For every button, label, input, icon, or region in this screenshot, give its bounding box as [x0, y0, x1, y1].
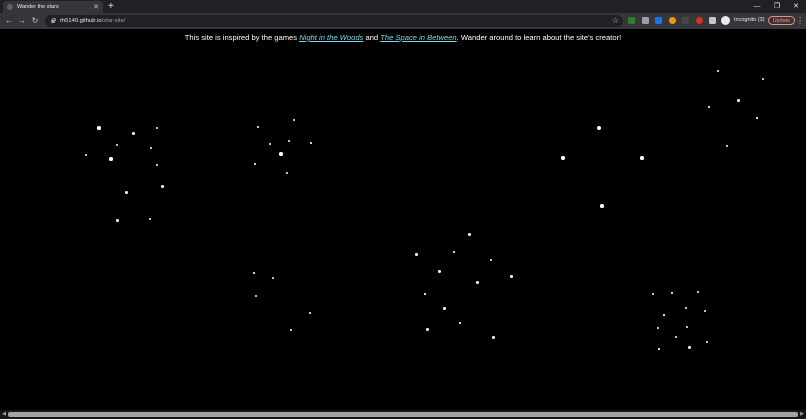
active-tab[interactable]: Wander the stars ✕ [3, 1, 103, 13]
star-dot [600, 204, 604, 208]
star-dot [651, 292, 655, 296]
star-dot [491, 335, 495, 339]
star-dot [685, 307, 687, 309]
scroll-left-arrow-icon[interactable]: ◀ [0, 410, 8, 419]
globe-icon [7, 4, 13, 10]
star-dot [257, 126, 259, 128]
star-dot [658, 348, 660, 350]
star-dot [124, 190, 128, 194]
star-dot [674, 335, 678, 339]
star-dot [424, 293, 426, 295]
star-dot [663, 314, 665, 316]
scroll-right-arrow-icon[interactable]: ▶ [798, 410, 806, 419]
star-dot [149, 146, 153, 150]
star-dot [725, 144, 729, 148]
star-dot [671, 292, 673, 294]
night-in-the-woods-link[interactable]: Night in the Woods [299, 33, 363, 42]
browser-toolbar: ← → ↻ rh5140.github.io/star-site/ ☆ Inco… [0, 13, 806, 29]
back-button[interactable]: ← [3, 13, 15, 29]
star-dot [475, 280, 479, 284]
star-dot [437, 269, 441, 273]
star-dot [269, 143, 271, 145]
star-dot [656, 326, 660, 330]
ext-red-stop[interactable] [696, 17, 703, 24]
star-dot [561, 156, 565, 160]
star-dot [109, 157, 113, 161]
horizontal-scrollbar[interactable]: ◀ ▶ [0, 410, 806, 419]
url-path: /star-site/ [101, 18, 126, 24]
window-close-button[interactable]: ✕ [786, 0, 806, 13]
star-dot [414, 252, 418, 256]
star-dot [761, 77, 765, 81]
star-dot [640, 156, 644, 160]
address-bar[interactable]: rh5140.github.io/star-site/ ☆ [45, 15, 623, 27]
incognito-label[interactable]: Incognito (3) [734, 17, 765, 23]
star-dot [442, 306, 446, 310]
star-dot [156, 164, 158, 166]
star-dot [309, 312, 311, 314]
ext-dark-square[interactable] [682, 17, 689, 24]
update-button[interactable]: Update [768, 16, 795, 25]
minimize-button[interactable]: — [747, 0, 767, 13]
star-dot [697, 291, 699, 293]
tab-title: Wander the stars [17, 4, 59, 10]
star-dot [459, 322, 461, 324]
star-dot [160, 184, 164, 188]
star-dot [115, 218, 119, 222]
ext-grey-square[interactable] [642, 17, 649, 24]
intro-text: This site is inspired by the games Night… [0, 33, 806, 42]
star-dot [687, 345, 691, 349]
star-dot [597, 126, 601, 130]
star-dot [131, 131, 135, 135]
puzzle-icon[interactable] [709, 17, 716, 24]
star-dot [155, 126, 159, 130]
star-dot [254, 163, 256, 165]
star-dot [290, 329, 292, 331]
star-dot [255, 295, 257, 297]
new-tab-button[interactable]: + [108, 1, 114, 12]
close-icon[interactable]: ✕ [93, 4, 99, 11]
star-dot [272, 277, 274, 279]
forward-button[interactable]: → [16, 13, 28, 29]
star-dot [686, 326, 688, 328]
star-dot [279, 152, 283, 156]
menu-icon[interactable]: ⋮ [796, 15, 804, 27]
star-dot [115, 143, 119, 147]
intro-and: and [363, 33, 381, 42]
star-dot [490, 259, 492, 261]
restore-button[interactable]: ❐ [767, 0, 787, 13]
star-dot [293, 119, 295, 121]
star-dot [286, 172, 288, 174]
incognito-icon[interactable] [721, 16, 730, 25]
star-dot [425, 327, 429, 331]
url-host: rh5140.github.io [60, 18, 102, 24]
star-dot [509, 274, 513, 278]
star-dot [287, 139, 291, 143]
ext-blue-square[interactable] [655, 17, 662, 24]
ext-orange-circle[interactable] [669, 17, 676, 24]
scrollbar-thumb[interactable] [8, 412, 798, 417]
bookmark-star-icon[interactable]: ☆ [612, 16, 619, 26]
star-dot [453, 251, 455, 253]
star-dot [467, 232, 471, 236]
tab-strip: Wander the stars ✕ + — ❐ ✕ [0, 0, 806, 13]
space-in-between-link[interactable]: The Space in Between [380, 33, 456, 42]
star-dot [310, 142, 312, 144]
ext-green-badge[interactable] [628, 17, 635, 24]
star-dot [85, 154, 87, 156]
star-dot [717, 70, 719, 72]
star-dot [736, 98, 740, 102]
star-dot [97, 126, 101, 130]
star-dot [148, 217, 152, 221]
star-dot [706, 341, 708, 343]
intro-before: This site is inspired by the games [184, 33, 300, 42]
star-dot [756, 117, 758, 119]
star-dot [253, 272, 255, 274]
star-dot [708, 106, 710, 108]
intro-after: . Wander around to learn about the site'… [456, 33, 622, 42]
lock-icon[interactable] [51, 17, 56, 23]
reload-button[interactable]: ↻ [29, 13, 41, 29]
star-dot [704, 310, 706, 312]
